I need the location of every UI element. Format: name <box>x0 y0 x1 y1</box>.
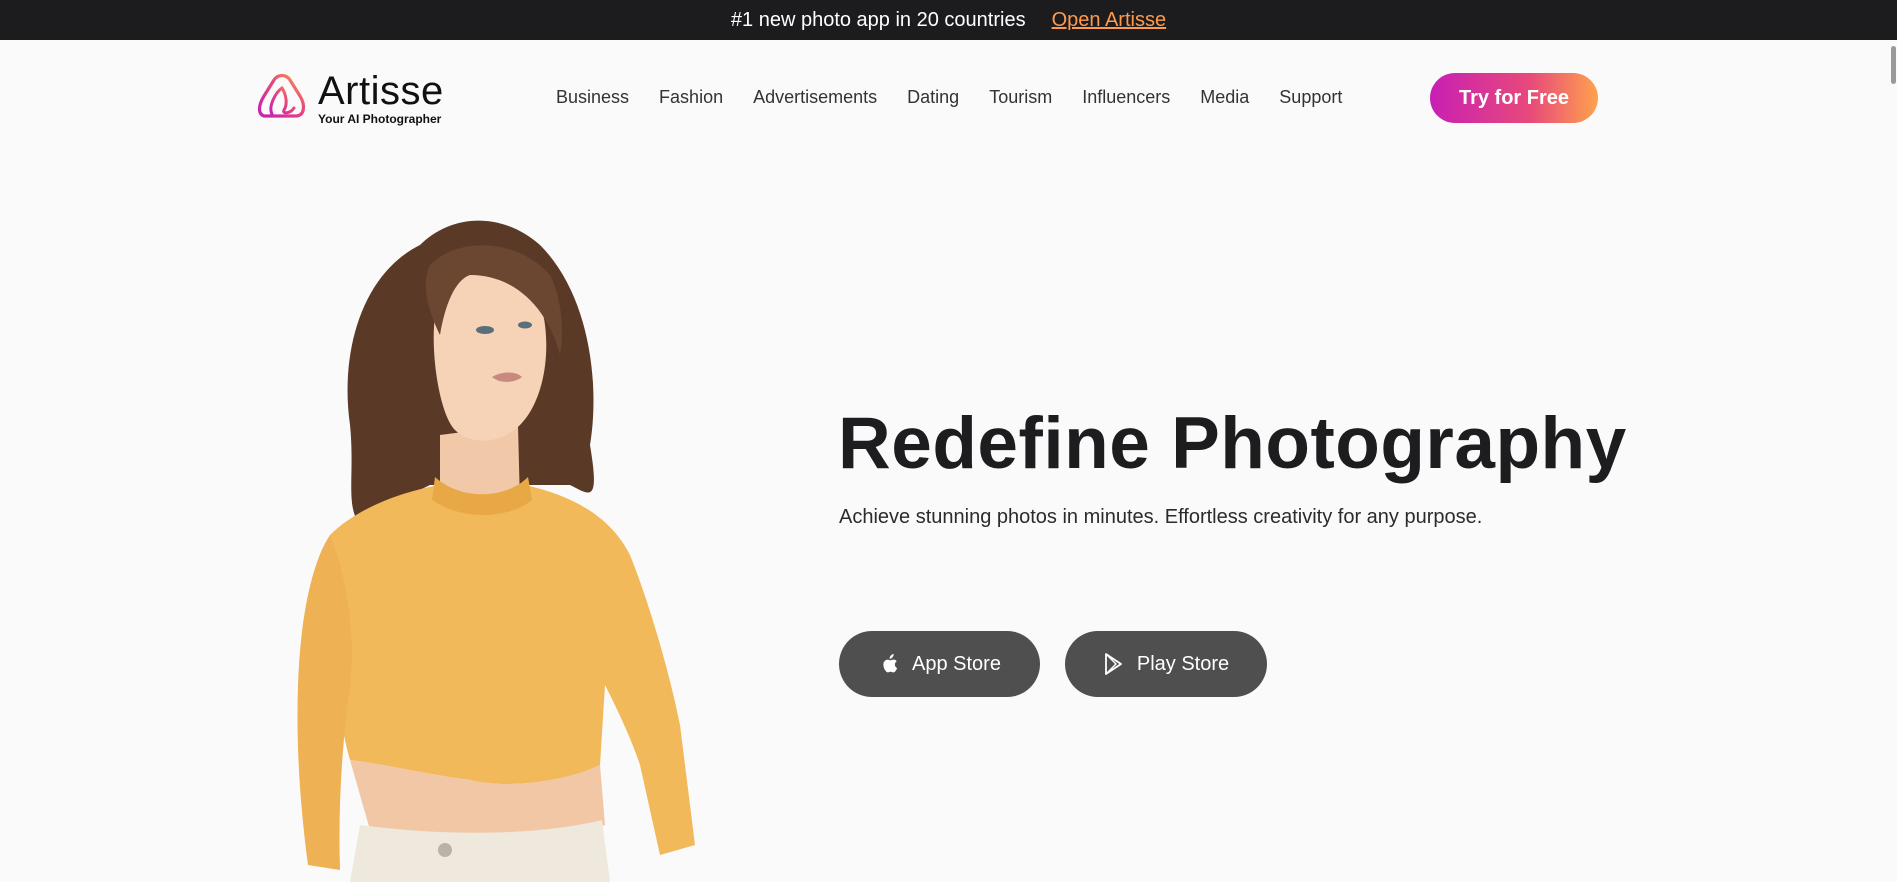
nav-item-advertisements[interactable]: Advertisements <box>753 87 877 108</box>
hero-subtitle: Achieve stunning photos in minutes. Effo… <box>839 506 1483 528</box>
nav-item-influencers[interactable]: Influencers <box>1082 87 1170 108</box>
try-for-free-button[interactable]: Try for Free <box>1430 73 1598 123</box>
brand-logo[interactable]: Artisse Your AI Photographer <box>254 70 444 126</box>
announcement-bar: #1 new photo app in 20 countries Open Ar… <box>0 0 1897 40</box>
play-store-label: Play Store <box>1136 652 1230 675</box>
site-header: Artisse Your AI Photographer Business Fa… <box>0 40 1897 155</box>
nav-item-business[interactable]: Business <box>556 87 629 108</box>
main-nav: Business Fashion Advertisements Dating T… <box>556 87 1342 108</box>
scrollbar-thumb[interactable] <box>1891 46 1896 84</box>
nav-item-tourism[interactable]: Tourism <box>989 87 1052 108</box>
artisse-logo-icon <box>257 73 306 118</box>
announcement-text: #1 new photo app in 20 countries <box>730 8 1026 31</box>
app-store-button[interactable]: App Store <box>839 631 1040 697</box>
brand-text: Artisse Your AI Photographer <box>318 71 444 126</box>
hero-image <box>270 205 770 882</box>
page-scrollbar[interactable] <box>1889 40 1897 882</box>
nav-item-fashion[interactable]: Fashion <box>659 87 723 108</box>
brand-name: Artisse <box>318 68 444 113</box>
open-artisse-link[interactable]: Open Artisse <box>1052 9 1167 32</box>
woman-portrait-illustration <box>297 220 695 882</box>
brand-tagline: Your AI Photographer <box>318 111 442 126</box>
hero-title: Redefine Photography <box>838 403 1627 484</box>
apple-icon <box>878 653 900 675</box>
nav-item-media[interactable]: Media <box>1200 87 1249 108</box>
nav-item-support[interactable]: Support <box>1279 87 1342 108</box>
app-store-label: App Store <box>912 652 1001 675</box>
play-store-button[interactable]: Play Store <box>1065 631 1267 697</box>
google-play-icon <box>1103 653 1125 675</box>
nav-item-dating[interactable]: Dating <box>907 87 959 108</box>
